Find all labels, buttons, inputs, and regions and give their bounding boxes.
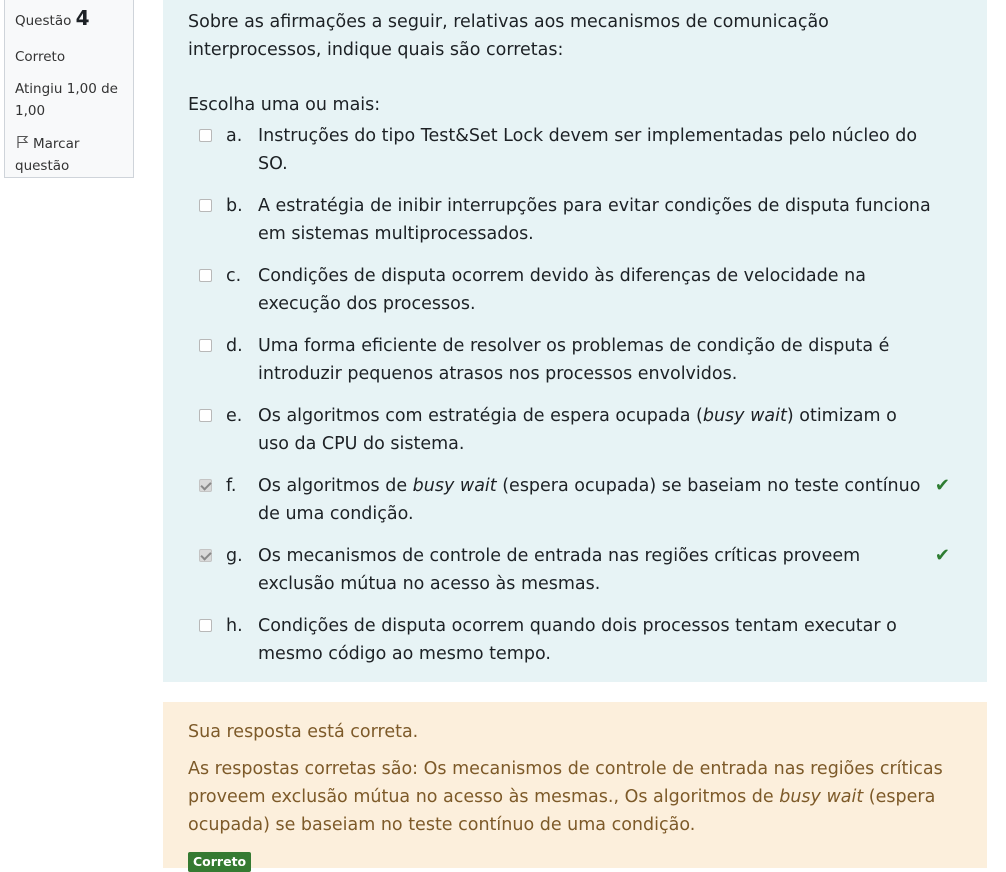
answer-checkbox[interactable] [199,549,212,562]
answer-text-part1: Os algoritmos com estratégia de espera o… [258,406,703,426]
answer-text: Os algoritmos de busy wait (espera ocupa… [258,476,920,524]
question-number-value: 4 [75,6,90,30]
answer-text-emphasis: busy wait [412,476,497,496]
answer-text-emphasis: busy wait [702,406,787,426]
question-content: Sobre as afirmações a seguir, relativas … [163,0,987,682]
answer-letter: e. [226,406,243,426]
answer-text: Condições de disputa ocorrem devido às d… [258,266,866,314]
answer-checkbox[interactable] [199,479,212,492]
question-info-panel: Questão 4 Correto Atingiu 1,00 de 1,00 M… [4,0,134,178]
answer-letter: c. [226,266,242,286]
answer-option[interactable]: b. A estratégia de inibir interrupções pa… [188,192,962,248]
answer-letter: g. [226,546,243,566]
answer-letter: b. [226,196,243,216]
answer-text-part1: Os algoritmos de [258,476,413,496]
answer-option[interactable]: c. Condições de disputa ocorrem devido às… [188,262,962,318]
answer-checkbox[interactable] [199,339,212,352]
answer-checkbox[interactable] [199,199,212,212]
feedback-status: Sua resposta está correta. [188,722,419,742]
flag-icon [15,134,29,148]
answer-options: a. Instruções do tipo Test&Set Lock devem… [188,122,962,668]
answer-option[interactable]: a. Instruções do tipo Test&Set Lock devem… [188,122,962,178]
answer-text: Instruções do tipo Test&Set Lock devem s… [258,126,918,174]
answer-option[interactable]: e. Os algoritmos com estratégia de espera… [188,402,962,458]
answer-letter: a. [226,126,243,146]
answer-prompt: Escolha uma ou mais: [188,95,381,115]
answer-checkbox[interactable] [199,409,212,422]
flag-question-link[interactable]: Marcar questão [15,133,123,177]
answer-text: Uma forma eficiente de resolver os probl… [258,336,890,384]
answer-option[interactable]: g. Os mecanismos de controle de entrada n… [188,542,962,598]
correct-answers-emphasis: busy wait [779,787,864,807]
answer-checkbox[interactable] [199,619,212,632]
correct-check-icon: ✔ [934,475,950,496]
feedback-panel: Sua resposta está correta. As respostas … [163,702,987,872]
question-grade: Atingiu 1,00 de 1,00 [15,81,118,119]
correct-check-icon: ✔ [934,545,950,566]
correct-answers-text: As respostas corretas são: Os mecanismos… [188,755,962,839]
question-state: Correto [15,49,66,65]
answer-option[interactable]: d. Uma forma eficiente de resolver os pro… [188,332,962,388]
answer-letter: d. [226,336,243,356]
answer-checkbox[interactable] [199,269,212,282]
answer-text: A estratégia de inibir interrupções para… [258,196,931,244]
answer-text: Condições de disputa ocorrem quando dois… [258,616,897,664]
question-text: Sobre as afirmações a seguir, relativas … [188,12,829,60]
question-label: Questão [15,13,72,29]
answer-text: Os mecanismos de controle de entrada nas… [258,546,861,594]
answer-letter: f. [226,476,237,496]
answer-option[interactable]: f. Os algoritmos de busy wait (espera ocu… [188,472,962,528]
correct-badge: Correto [188,852,252,872]
answer-checkbox[interactable] [199,129,212,142]
answer-letter: h. [226,616,243,636]
answer-text: Os algoritmos com estratégia de espera o… [258,406,897,454]
answer-option[interactable]: h. Condições de disputa ocorrem quando do… [188,612,962,668]
question-number: Questão 4 [15,7,123,32]
